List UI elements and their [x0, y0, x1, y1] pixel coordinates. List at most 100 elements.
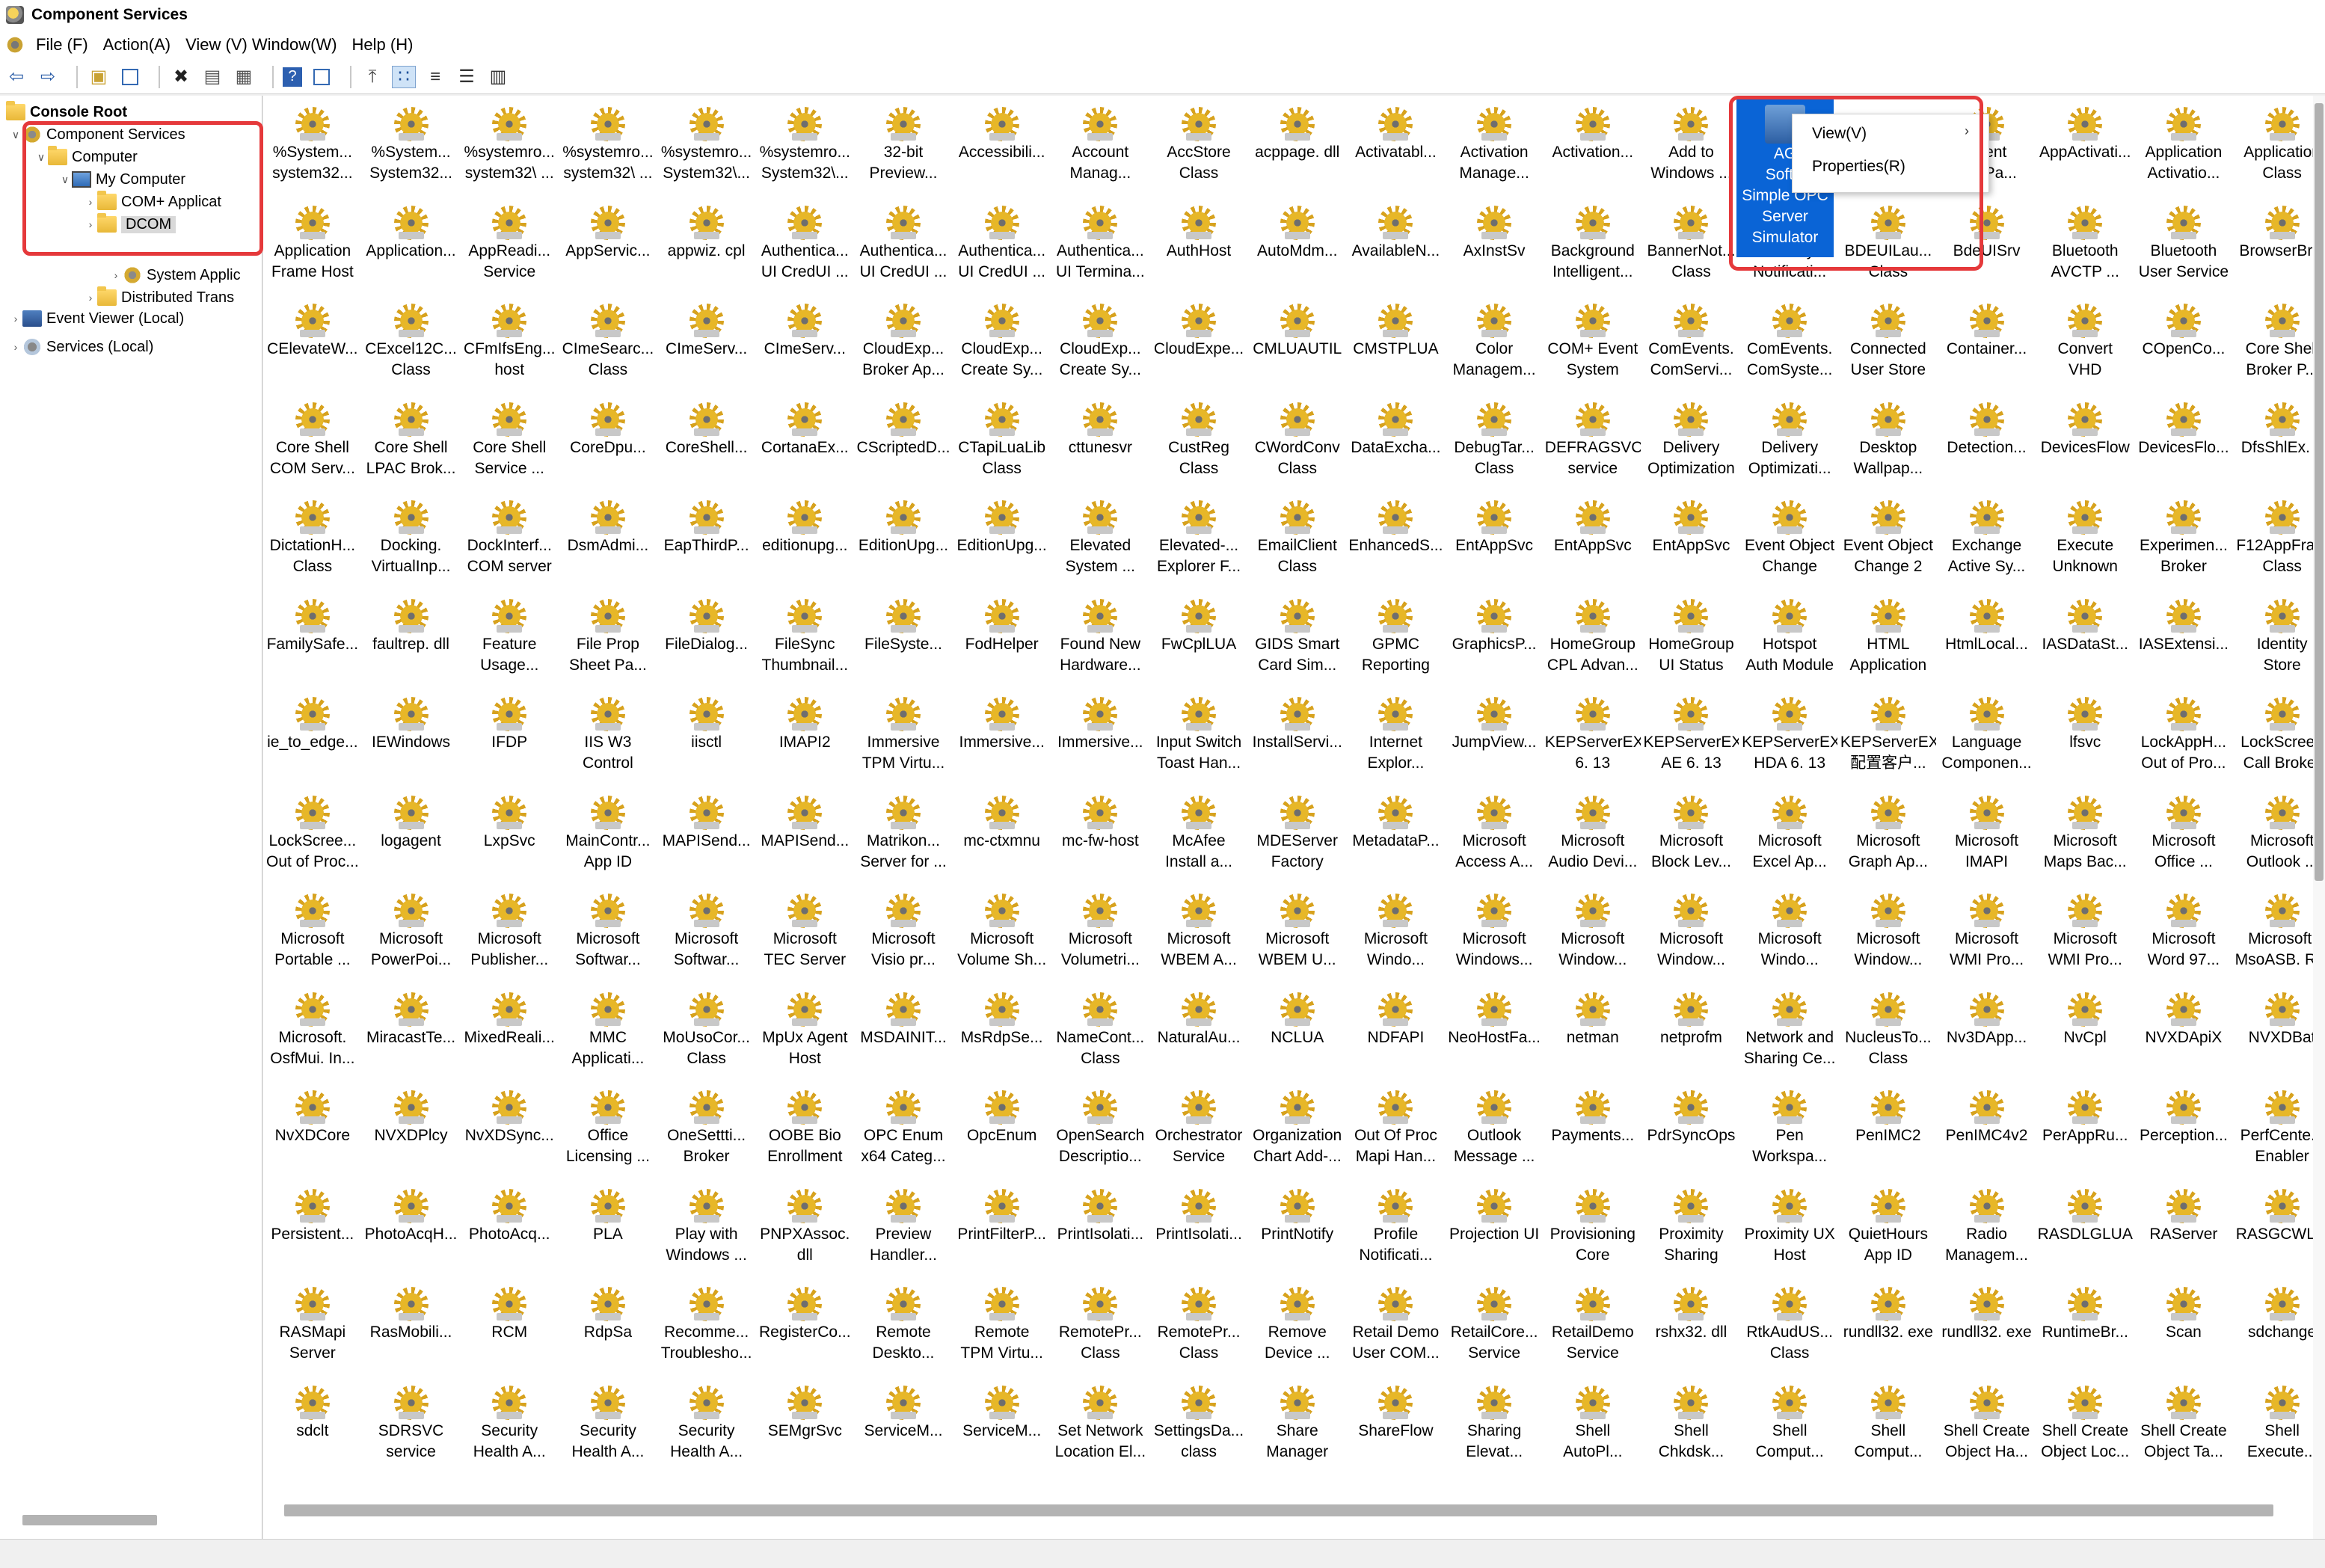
dcom-item[interactable]: MSDAINIT...	[854, 981, 953, 1080]
dcom-item[interactable]: Authentica... UI Termina...	[1051, 194, 1150, 293]
dcom-item[interactable]: Activation...	[1544, 96, 1642, 194]
dcom-item[interactable]: Immersive...	[953, 686, 1051, 784]
dcom-item[interactable]: iisctl	[657, 686, 756, 784]
dcom-item[interactable]: FileDialog...	[657, 588, 756, 686]
dcom-item[interactable]: Set Network Location El...	[1051, 1374, 1150, 1473]
chevron-right-icon[interactable]: ›	[9, 313, 22, 325]
dcom-item[interactable]: PerfCente... Enabler	[2233, 1079, 2325, 1178]
dcom-item[interactable]: Profile Notificati...	[1347, 1178, 1446, 1276]
dcom-item[interactable]: Organization Chart Add-...	[1248, 1079, 1347, 1178]
dcom-item[interactable]: CloudExp... Broker Ap...	[854, 292, 953, 391]
dcom-item[interactable]: ComEvents. ComSyste...	[1740, 292, 1839, 391]
dcom-item[interactable]: KEPServerEX 6. 13	[1544, 686, 1642, 784]
dcom-item[interactable]: MpUx Agent Host	[755, 981, 854, 1080]
dcom-item[interactable]: Core Shell Broker P...	[2233, 292, 2325, 391]
tree-services[interactable]: › Services (Local)	[9, 336, 153, 357]
dcom-item[interactable]: CloudExp... Create Sy...	[953, 292, 1051, 391]
dcom-item[interactable]: NvXDCore	[263, 1079, 362, 1178]
menu-file[interactable]: File (F)	[36, 35, 88, 55]
dcom-item[interactable]: MoUsoCor... Class	[657, 981, 756, 1080]
dcom-item[interactable]: KEPServerEX 配置客户...	[1839, 686, 1938, 784]
dcom-item[interactable]: Event Object Change	[1740, 489, 1839, 588]
dcom-item[interactable]: Proximity Sharing	[1642, 1178, 1741, 1276]
dcom-item[interactable]: OneSettti... Broker	[657, 1079, 756, 1178]
dcom-item[interactable]: Shell Create Object Ta...	[2134, 1374, 2233, 1473]
dcom-item[interactable]: Provisioning Core	[1544, 1178, 1642, 1276]
dcom-item[interactable]: Event Object Change 2	[1839, 489, 1938, 588]
dcom-item[interactable]: MDEServer Factory	[1248, 784, 1347, 883]
dcom-item[interactable]: Immersive TPM Virtu...	[854, 686, 953, 784]
dcom-item[interactable]: MAPISend...	[657, 784, 756, 883]
dcom-item[interactable]: rundll32. exe	[1938, 1276, 2036, 1374]
menu-window[interactable]: Window(W)	[252, 35, 337, 55]
dcom-item[interactable]: rshx32. dll	[1642, 1276, 1741, 1374]
refresh-icon[interactable]: ▦	[232, 66, 256, 88]
dcom-item[interactable]: CMSTPLUA	[1347, 292, 1446, 391]
dcom-item[interactable]: PrintIsolati...	[1149, 1178, 1248, 1276]
dcom-item[interactable]: cttunesvr	[1051, 391, 1150, 490]
dcom-item[interactable]: Application Frame Host	[263, 194, 362, 293]
dcom-item[interactable]: FileSyste...	[854, 588, 953, 686]
back-icon[interactable]: ⇦	[4, 66, 28, 88]
dcom-item[interactable]: NVXDApiX	[2134, 981, 2233, 1080]
dcom-item[interactable]: Share Manager	[1248, 1374, 1347, 1473]
dcom-item[interactable]: Feature Usage...	[460, 588, 559, 686]
dcom-item[interactable]: Network and Sharing Ce...	[1740, 981, 1839, 1080]
dcom-item[interactable]: Authentica... UI CredUI ...	[755, 194, 854, 293]
small-icons-view-icon[interactable]: ≡	[423, 66, 447, 88]
dcom-item[interactable]: PenIMC2	[1839, 1079, 1938, 1178]
dcom-item[interactable]: RASGCWL...	[2233, 1178, 2325, 1276]
dcom-item[interactable]: Microsoft Windo...	[1347, 882, 1446, 981]
dcom-item[interactable]: Docking. VirtualInp...	[362, 489, 461, 588]
dcom-item[interactable]: SettingsDa... class	[1149, 1374, 1248, 1473]
dcom-item[interactable]: OpcEnum	[953, 1079, 1051, 1178]
dcom-item[interactable]: LockScree... Out of Proc...	[263, 784, 362, 883]
dcom-item[interactable]: Microsoft Windo...	[1740, 882, 1839, 981]
dcom-item[interactable]: LxpSvc	[460, 784, 559, 883]
dcom-item[interactable]: Microsoft Publisher...	[460, 882, 559, 981]
dcom-item[interactable]: CortanaEx...	[755, 391, 854, 490]
properties-icon[interactable]: ▤	[200, 66, 224, 88]
dcom-item[interactable]: PdrSyncOps	[1642, 1079, 1741, 1178]
menu-view[interactable]: View (V)	[185, 35, 248, 55]
dcom-item[interactable]: RemotePr... Class	[1051, 1276, 1150, 1374]
dcom-item[interactable]: GraphicsP...	[1445, 588, 1544, 686]
dcom-item[interactable]: Shell Create Object Loc...	[2036, 1374, 2134, 1473]
dcom-item[interactable]: Outlook Message ...	[1445, 1079, 1544, 1178]
dcom-item[interactable]: Preview Handler...	[854, 1178, 953, 1276]
dcom-item[interactable]: NeoHostFa...	[1445, 981, 1544, 1080]
dcom-items-pane[interactable]: %System... system32... %System... System32.…	[263, 96, 2325, 1539]
dcom-item[interactable]: Microsoft Softwar...	[657, 882, 756, 981]
dcom-item[interactable]: rundll32. exe	[1839, 1276, 1938, 1374]
dcom-item[interactable]: CloudExpe...	[1149, 292, 1248, 391]
dcom-item[interactable]: Remove Device ...	[1248, 1276, 1347, 1374]
dcom-item[interactable]: AppServic...	[559, 194, 657, 293]
dcom-item[interactable]: Matrikon... Server for ...	[854, 784, 953, 883]
dcom-item[interactable]: F12AppFra... Class	[2233, 489, 2325, 588]
dcom-item[interactable]: MsRdpSe...	[953, 981, 1051, 1080]
vertical-scrollbar[interactable]	[2313, 96, 2325, 1539]
dcom-item[interactable]: Microsoft Volume Sh...	[953, 882, 1051, 981]
dcom-item[interactable]: lfsvc	[2036, 686, 2134, 784]
dcom-item[interactable]: OPC Enum x64 Categ...	[854, 1079, 953, 1178]
dcom-item[interactable]: RAServer	[2134, 1178, 2233, 1276]
dcom-item[interactable]: Recomme... Troublesho...	[657, 1276, 756, 1374]
dcom-item[interactable]: EntAppSvc	[1544, 489, 1642, 588]
dcom-item[interactable]: CImeServ...	[755, 292, 854, 391]
dcom-item[interactable]: Microsoft TEC Server	[755, 882, 854, 981]
dcom-item[interactable]: ShareFlow	[1347, 1374, 1446, 1473]
delete-icon[interactable]: ✖	[169, 66, 193, 88]
dcom-item[interactable]: Application Activatio...	[2134, 96, 2233, 194]
dcom-item[interactable]: %systemro... system32\ ...	[460, 96, 559, 194]
dcom-item[interactable]: Microsoft Word 97...	[2134, 882, 2233, 981]
dcom-item[interactable]: File Prop Sheet Pa...	[559, 588, 657, 686]
dcom-item[interactable]: Remote Deskto...	[854, 1276, 953, 1374]
dcom-item[interactable]: COM+ Event System	[1544, 292, 1642, 391]
dcom-item[interactable]: Experimen... Broker	[2134, 489, 2233, 588]
dcom-item[interactable]: Microsoft Office ...	[2134, 784, 2233, 883]
dcom-item[interactable]: RemotePr... Class	[1149, 1276, 1248, 1374]
dcom-item[interactable]: DevicesFlo...	[2134, 391, 2233, 490]
dcom-item[interactable]: MAPISend...	[755, 784, 854, 883]
dcom-item[interactable]: JumpView...	[1445, 686, 1544, 784]
dcom-item[interactable]: Microsoft WBEM U...	[1248, 882, 1347, 981]
